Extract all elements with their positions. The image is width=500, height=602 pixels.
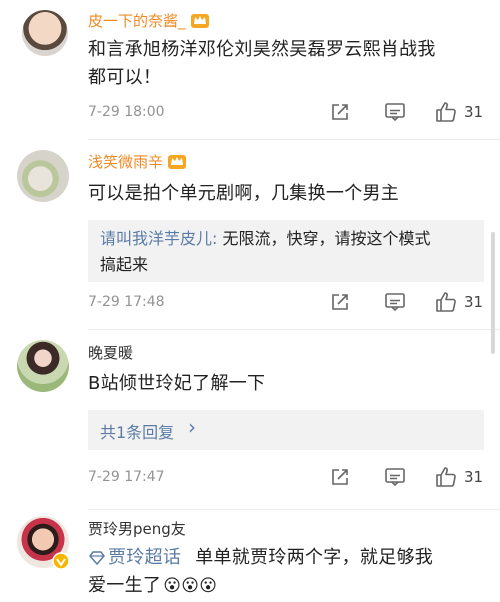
scrollbar[interactable]: [491, 232, 495, 354]
timestamp: 7-29 17:47: [88, 469, 165, 485]
timestamp: 7-29 17:48: [88, 294, 165, 310]
view-replies-link[interactable]: 共1条回复: [100, 419, 174, 443]
comment-text-line: 和言承旭杨洋邓伦刘昊然吴磊罗云熙肖战我: [88, 39, 436, 60]
username[interactable]: 晚夏暖: [88, 342, 133, 363]
reply-text: 无限流，快穿，请按这个模式: [217, 229, 431, 248]
comment-icon[interactable]: [384, 292, 406, 312]
like-button[interactable]: 31: [434, 290, 483, 314]
reply-quote-box[interactable]: 请叫我洋芋皮儿: 无限流，快穿，请按这个模式 搞起来: [88, 220, 484, 282]
avatar[interactable]: [22, 10, 68, 56]
thumbs-up-icon: [434, 290, 458, 314]
replies-box[interactable]: 共1条回复 ›: [88, 410, 484, 450]
comment-text: B站倾世玲妃了解一下: [88, 373, 266, 394]
topic-link[interactable]: 贾玲超话: [108, 544, 181, 572]
username-row: 浅笑微雨辛: [88, 150, 187, 172]
thumbs-up-icon: [434, 100, 458, 124]
comment-text-line: 单单就贾玲两个字，就足够我: [195, 547, 434, 568]
share-icon[interactable]: [330, 102, 350, 122]
comment-text: 可以是拍个单元剧啊，几集换一个男主: [88, 183, 400, 204]
like-button[interactable]: 31: [434, 465, 483, 489]
vip-crown-icon: [190, 11, 210, 29]
like-count: 31: [464, 293, 484, 311]
comment-text: 和言承旭杨洋邓伦刘昊然吴磊罗云熙肖战我 都可以！: [88, 36, 488, 92]
comment-item: 皮一下的奈酱_ 和言承旭杨洋邓伦刘昊然吴磊罗云熙肖战我 都可以！ 7-29 18…: [0, 0, 500, 140]
comment-text-line: 爱一生了: [88, 575, 162, 596]
avatar[interactable]: [17, 150, 69, 202]
thumbs-up-icon: [434, 465, 458, 489]
comment-item: 贾玲男peng友 贾玲超话 单单就贾玲两个字，就足够我 爱一生了 😮😮😮: [0, 510, 500, 602]
timestamp: 7-29 18:00: [88, 104, 165, 120]
like-count: 31: [464, 103, 484, 121]
reply-text: 搞起来: [100, 255, 149, 274]
username[interactable]: 浅笑微雨辛: [88, 151, 163, 172]
comment-text-line: 都可以！: [88, 67, 162, 88]
verified-badge-icon: [52, 552, 70, 570]
like-button[interactable]: 31: [434, 100, 483, 124]
like-count: 31: [464, 468, 484, 486]
vip-crown-icon: [167, 152, 187, 170]
share-icon[interactable]: [330, 467, 350, 487]
username-row: 皮一下的奈酱_: [88, 9, 210, 31]
comment-icon[interactable]: [384, 467, 406, 487]
comment-item: 浅笑微雨辛 可以是拍个单元剧啊，几集换一个男主 请叫我洋芋皮儿: 无限流，快穿，…: [0, 140, 500, 330]
avatar[interactable]: [17, 340, 69, 392]
username[interactable]: 贾玲男peng友: [88, 518, 186, 539]
emoji: 😮😮😮: [163, 576, 218, 596]
comment-text: 贾玲超话 单单就贾玲两个字，就足够我 爱一生了 😮😮😮: [88, 544, 488, 600]
topic-diamond-icon: [88, 551, 106, 565]
share-icon[interactable]: [330, 292, 350, 312]
comment-icon[interactable]: [384, 102, 406, 122]
chevron-right-icon: ›: [188, 415, 196, 439]
reply-author-link[interactable]: 请叫我洋芋皮儿:: [100, 229, 217, 248]
comment-item: 晚夏暖 B站倾世玲妃了解一下 共1条回复 › 7-29 17:47 31: [0, 330, 500, 510]
username[interactable]: 皮一下的奈酱_: [88, 10, 186, 31]
